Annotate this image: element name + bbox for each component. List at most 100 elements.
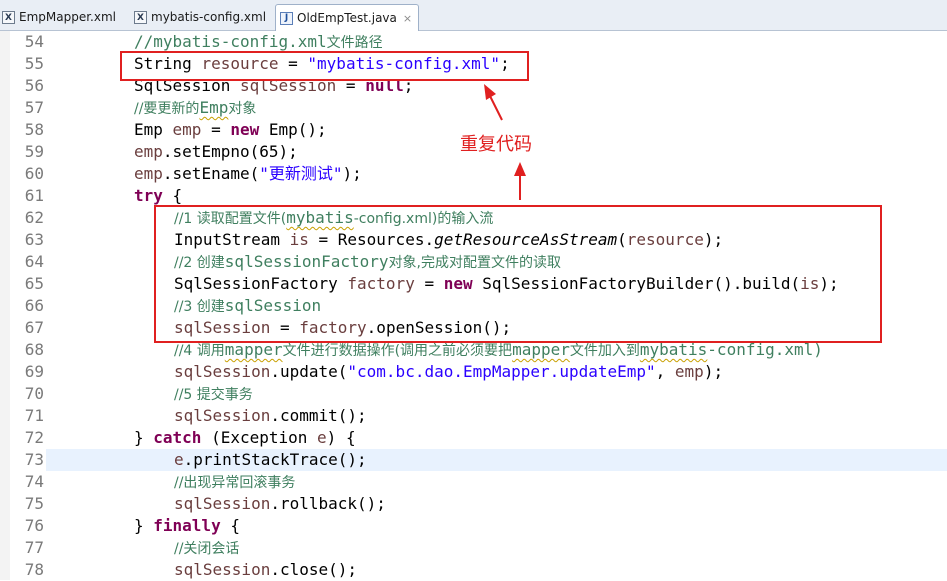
tab-label: mybatis-config.xml: [151, 10, 267, 24]
xml-file-icon: X: [134, 10, 147, 24]
punctuation: ,: [655, 362, 675, 381]
code-line[interactable]: sqlSession.rollback();: [46, 493, 947, 515]
line-number: 63: [24, 230, 44, 249]
line-number: 73: [24, 450, 44, 469]
statement: sqlSession.commit();: [174, 405, 367, 427]
comment: //mybatis-config.xml文件路径: [134, 31, 383, 53]
editor-tab-bar: X EmpMapper.xml X mybatis-config.xml J O…: [0, 0, 947, 31]
line-number: 72: [24, 428, 44, 447]
statement: emp.setEname("更新测试");: [134, 163, 362, 185]
statement: sqlSession.rollback();: [174, 493, 386, 515]
line-number: 70: [24, 384, 44, 403]
code-text: .update(: [270, 362, 348, 381]
code-text: Emp();: [259, 120, 327, 139]
line-number: 55: [24, 54, 44, 73]
code-text: .setEmpno(65);: [162, 142, 298, 161]
string-literal: "com.bc.dao.EmpMapper.updateEmp": [347, 362, 656, 381]
tab-mybatis-config-xml[interactable]: X mybatis-config.xml: [134, 4, 266, 30]
xml-file-icon: X: [2, 10, 15, 24]
comment-text: Emp: [199, 98, 229, 117]
line-number: 67: [24, 318, 44, 337]
code-text: (Exception: [201, 428, 318, 447]
variable-name: sqlSession: [174, 362, 271, 381]
variable-name: emp: [172, 120, 202, 139]
keyword: catch: [153, 428, 202, 447]
code-line[interactable]: emp.setEname("更新测试");: [46, 163, 947, 185]
comment: //出现异常回滚事务: [174, 471, 295, 493]
punctuation: );: [342, 164, 362, 183]
punctuation: {: [162, 186, 183, 205]
statement: sqlSession.close();: [174, 559, 357, 581]
comment-text: 文件路径: [326, 35, 383, 51]
comment-text: //关闭会话: [174, 541, 240, 557]
code-text: .rollback();: [270, 494, 386, 513]
variable-name: emp: [134, 142, 163, 161]
code-line[interactable]: //mybatis-config.xml文件路径: [46, 31, 947, 53]
statement: try {: [134, 185, 182, 207]
code-line[interactable]: sqlSession.commit();: [46, 405, 947, 427]
tab-label: OldEmpTest.java: [297, 11, 397, 25]
tab-empmapper-xml[interactable]: X EmpMapper.xml: [2, 4, 116, 30]
statement: } catch (Exception e) {: [134, 427, 356, 449]
punctuation: {: [220, 516, 240, 535]
code-text: .commit();: [270, 406, 367, 425]
keyword: new: [230, 120, 260, 139]
line-number: 69: [24, 362, 44, 381]
code-line[interactable]: //关闭会话: [46, 537, 947, 559]
code-line[interactable]: try {: [46, 185, 947, 207]
tab-oldemptest-java[interactable]: J OldEmpTest.java ×: [275, 4, 420, 31]
comment-text: 文件进行数据操作(调用之前必须要把: [282, 343, 513, 359]
operator: =: [201, 120, 231, 139]
string-literal: "更新测试": [259, 164, 342, 183]
comment: //关闭会话: [174, 537, 239, 559]
code-text: .close();: [270, 560, 358, 579]
comment-text: //要更新的: [134, 101, 200, 117]
variable-name: e: [317, 428, 327, 447]
code-line[interactable]: sqlSession.update("com.bc.dao.EmpMapper.…: [46, 361, 947, 383]
code-line[interactable]: } finally {: [46, 515, 947, 537]
comment: //要更新的Emp对象: [134, 97, 256, 119]
line-number: 58: [24, 120, 44, 139]
statement: emp.setEmpno(65);: [134, 141, 298, 163]
keyword: try: [134, 186, 163, 205]
variable-name: sqlSession: [174, 406, 271, 425]
line-number: 66: [24, 296, 44, 315]
variable-name: e: [174, 450, 184, 469]
line-number: 71: [24, 406, 44, 425]
comment-text: //4 调用: [174, 343, 225, 359]
code-line[interactable]: //5 提交事务: [46, 383, 947, 405]
comment: //5 提交事务: [174, 383, 253, 405]
close-tab-icon[interactable]: ×: [403, 12, 412, 25]
code-text: .setEname(: [162, 164, 260, 183]
line-number: 62: [24, 208, 44, 227]
annotation-label: 重复代码: [460, 134, 532, 155]
line-number: 74: [24, 472, 44, 491]
comment-text: 对象: [228, 101, 257, 117]
variable-name: sqlSession: [174, 560, 271, 579]
line-number: 60: [24, 164, 44, 183]
line-number: 61: [24, 186, 44, 205]
comment-text: //出现异常回滚事务: [174, 475, 296, 491]
string-literal-text: "更新测试": [259, 164, 343, 183]
arrow-up-left-icon: [484, 84, 503, 121]
duplicate-code-box-top: [120, 51, 529, 81]
line-number: 65: [24, 274, 44, 293]
line-number: 76: [24, 516, 44, 535]
line-number: 75: [24, 494, 44, 513]
line-number: 59: [24, 142, 44, 161]
keyword: finally: [153, 516, 221, 535]
code-line[interactable]: } catch (Exception e) {: [46, 427, 947, 449]
code-line[interactable]: //出现异常回滚事务: [46, 471, 947, 493]
punctuation: ) {: [326, 428, 356, 447]
comment-text: 文件加入到: [569, 343, 640, 359]
java-file-icon: J: [280, 11, 293, 25]
line-number: 54: [24, 32, 44, 51]
variable-name: emp: [674, 362, 704, 381]
line-number: 78: [24, 560, 44, 579]
code-line[interactable]: sqlSession.close();: [46, 559, 947, 581]
variable-name: sqlSession: [174, 494, 271, 513]
punctuation: );: [703, 362, 724, 381]
comment-text: //5 提交事务: [174, 387, 253, 403]
statement: sqlSession.update("com.bc.dao.EmpMapper.…: [174, 361, 723, 383]
current-code-line[interactable]: e.printStackTrace();: [46, 449, 947, 471]
